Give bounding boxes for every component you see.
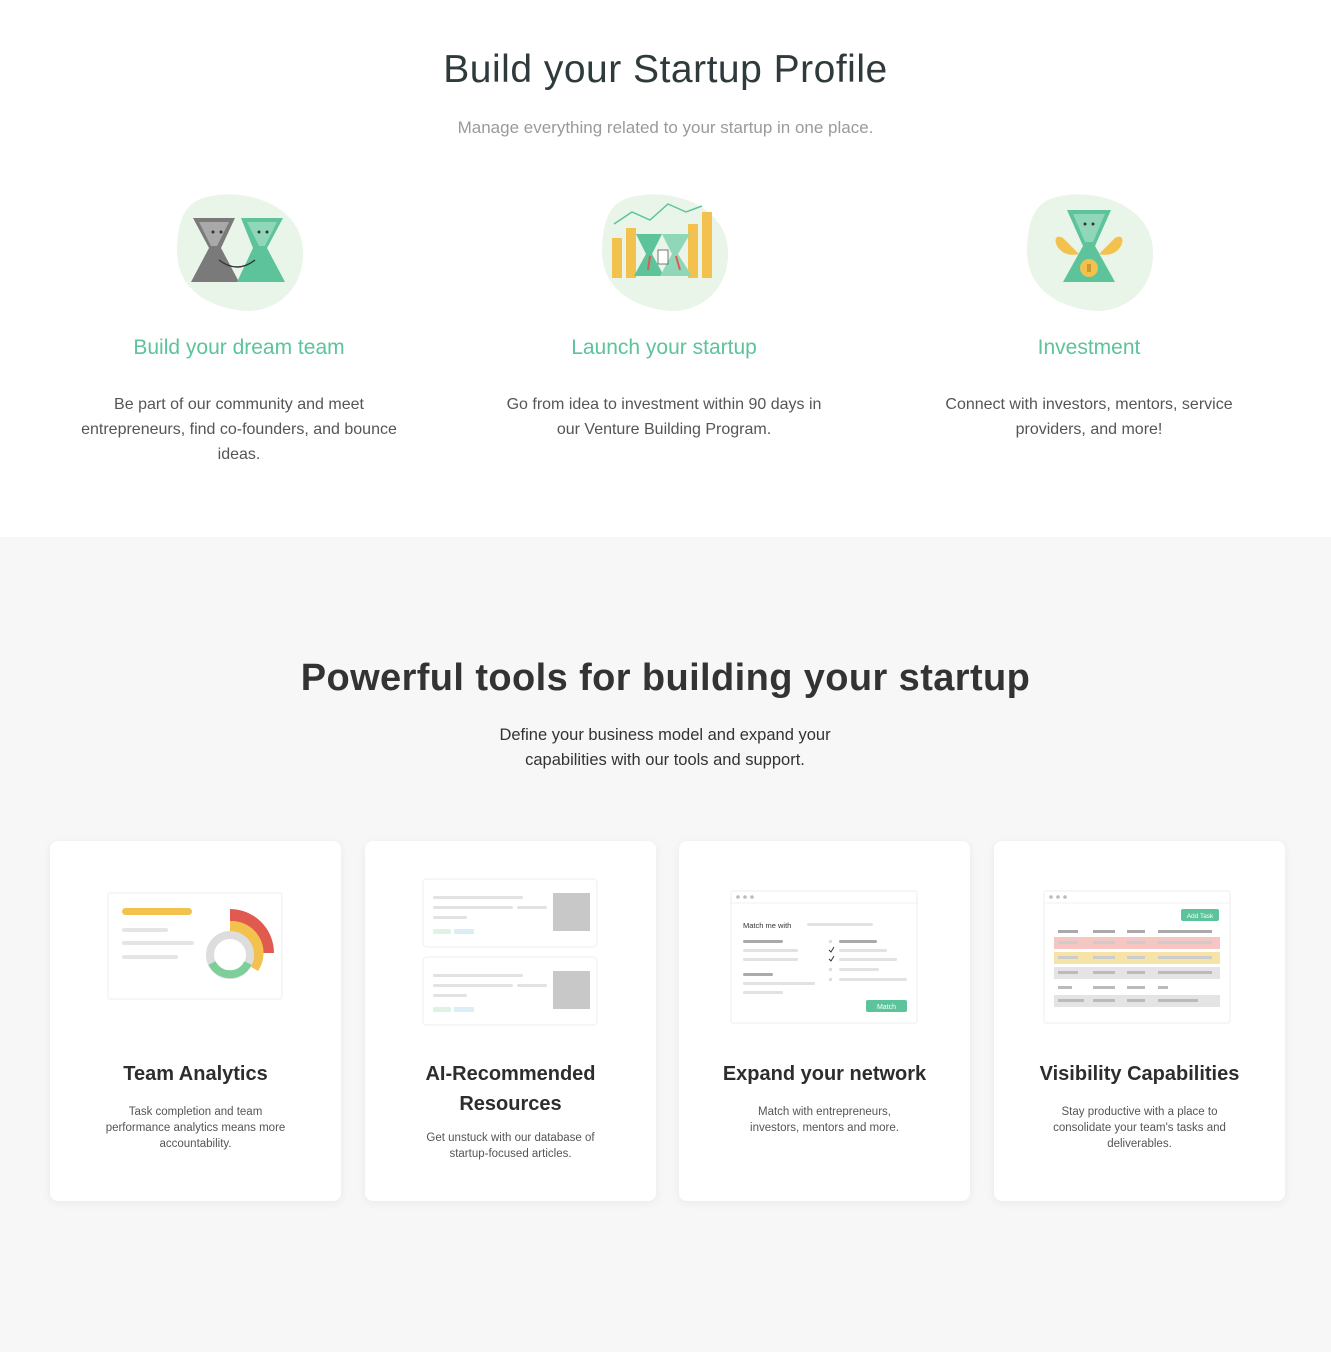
team-handshake-icon xyxy=(173,190,305,314)
card-text: Stay productive with a place to consolid… xyxy=(1053,1106,1226,1150)
feature-heading: Build your dream team xyxy=(133,336,345,359)
tools-subtitle: Define your business model and expand yo… xyxy=(499,726,831,769)
card-heading: Team Analytics xyxy=(123,1063,268,1085)
card-expand-network: Match me with Match Expand your network … xyxy=(679,841,970,1201)
feature-text: Go from idea to investment within 90 day… xyxy=(506,396,822,438)
card-ai-resources: AI-Recommended Resources Get unstuck wit… xyxy=(365,841,656,1201)
tools-title: Powerful tools for building your startup xyxy=(300,657,1031,699)
feature-launch-startup: Launch your startup Go from idea to inve… xyxy=(504,190,824,442)
feature-text: Be part of our community and meet entrep… xyxy=(81,396,397,463)
feature-dream-team: Build your dream team Be part of our com… xyxy=(79,190,399,467)
analytics-illustration xyxy=(50,841,341,1041)
resources-illustration xyxy=(365,841,656,1041)
card-visibility: Add Task Visibility Capabilities Stay pr… xyxy=(994,841,1285,1201)
investment-wings-icon xyxy=(1023,190,1155,314)
card-text: Task completion and team performance ana… xyxy=(105,1106,286,1150)
network-illustration: Match me with Match xyxy=(679,841,970,1041)
feature-heading: Investment xyxy=(1037,336,1141,359)
mock-add-task-button: Add Task xyxy=(1187,913,1214,920)
card-text: Get unstuck with our database of startup… xyxy=(426,1132,595,1160)
startup-profile-section: Build your Startup Profile Manage everyt… xyxy=(0,0,1331,537)
card-text: Match with entrepreneurs, investors, men… xyxy=(750,1106,899,1134)
tools-section: Powerful tools for building your startup… xyxy=(0,537,1331,1352)
visibility-illustration: Add Task xyxy=(994,841,1285,1041)
card-heading: AI-Recommended Resources xyxy=(425,1063,596,1115)
card-team-analytics: Team Analytics Task completion and team … xyxy=(50,841,341,1201)
feature-investment: Investment Connect with investors, mento… xyxy=(929,190,1249,442)
profile-subtitle: Manage everything related to your startu… xyxy=(457,118,874,137)
launch-chart-icon xyxy=(598,190,730,314)
card-heading: Visibility Capabilities xyxy=(1039,1063,1240,1085)
mock-match-button: Match xyxy=(877,1004,896,1011)
mock-match-label: Match me with xyxy=(743,921,791,930)
feature-text: Connect with investors, mentors, service… xyxy=(945,396,1233,438)
feature-heading: Launch your startup xyxy=(571,336,757,359)
card-heading: Expand your network xyxy=(722,1063,927,1085)
profile-title: Build your Startup Profile xyxy=(443,48,888,91)
